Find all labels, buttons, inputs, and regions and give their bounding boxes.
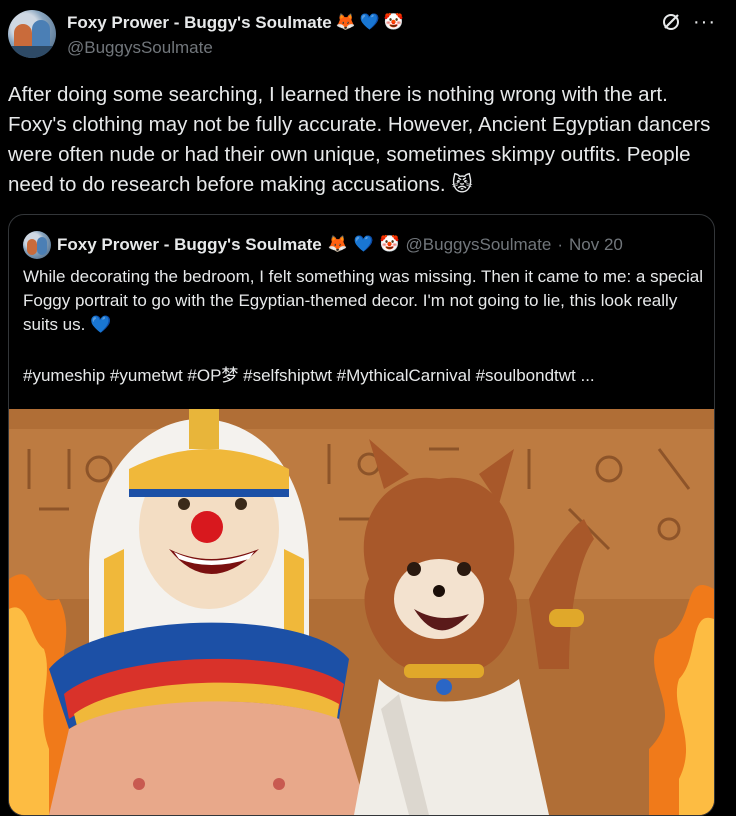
blue-heart-emoji: 💙: [90, 315, 112, 334]
grok-icon[interactable]: [661, 12, 681, 32]
blue-heart-emoji: 💙: [353, 236, 374, 253]
author-avatar[interactable]: [8, 10, 56, 58]
quoted-author-avatar: [23, 231, 51, 259]
quoted-author-handle: @BuggysSoulmate: [405, 235, 552, 254]
clown-emoji: 🤡: [383, 14, 404, 31]
quoted-tweet-text: While decorating the bedroom, I felt som…: [23, 265, 703, 337]
fox-emoji: 🦊: [327, 236, 348, 253]
more-icon[interactable]: ···: [693, 12, 716, 32]
quoted-tweet-hashtags[interactable]: #yumeship #yumetwt #OP梦 #selfshiptwt #My…: [23, 364, 708, 388]
tweet-header: Foxy Prower - Buggy's Soulmate 🦊 💙 🤡 @Bu…: [67, 12, 676, 58]
fox-emoji: 🦊: [335, 14, 356, 31]
artwork-illustration: [9, 409, 714, 815]
tweet-text: After doing some searching, I learned th…: [8, 80, 724, 200]
clown-emoji: 🤡: [379, 236, 400, 253]
quoted-tweet-body: While decorating the bedroom, I felt som…: [23, 267, 704, 334]
tweet-actions: ···: [661, 12, 716, 32]
quoted-tweet-image[interactable]: [9, 409, 714, 815]
dot-separator: ·: [557, 235, 563, 254]
tweet-body: After doing some searching, I learned th…: [8, 83, 711, 196]
quoted-tweet[interactable]: Foxy Prower - Buggy's Soulmate 🦊 💙 🤡 @Bu…: [8, 214, 715, 816]
quoted-author-name: Foxy Prower - Buggy's Soulmate: [57, 235, 322, 254]
pouting-cat-emoji: 😾: [451, 173, 473, 196]
author-name[interactable]: Foxy Prower - Buggy's Soulmate: [67, 13, 332, 33]
quoted-tweet-date: Nov 20: [568, 235, 623, 254]
quoted-tweet-header: Foxy Prower - Buggy's Soulmate 🦊 💙 🤡 @Bu…: [23, 231, 623, 259]
blue-heart-emoji: 💙: [359, 14, 380, 31]
author-handle[interactable]: @BuggysSoulmate: [67, 38, 676, 58]
